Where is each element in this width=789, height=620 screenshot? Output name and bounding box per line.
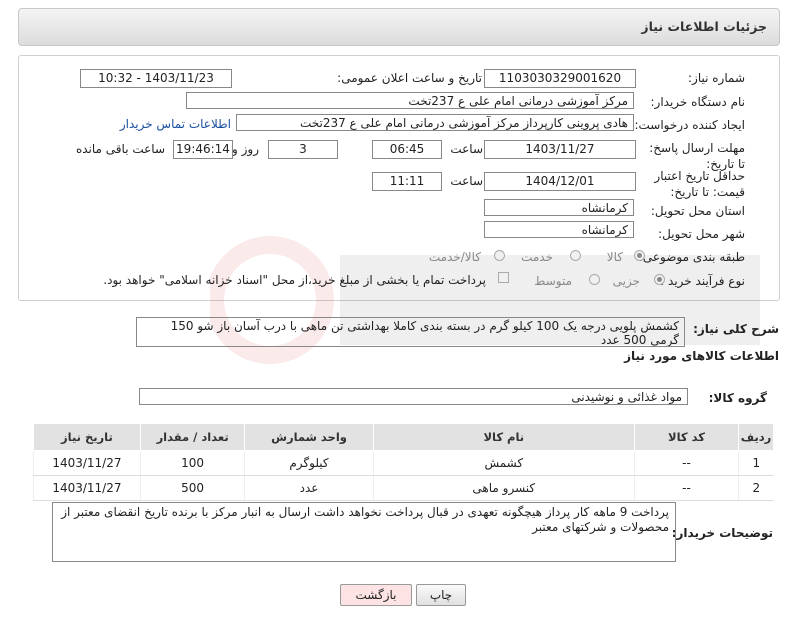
row-qty: 500 bbox=[139, 475, 245, 501]
announce-field: 1403/11/23 - 10:32 bbox=[80, 69, 232, 88]
category-option-goods: کالا bbox=[606, 250, 623, 264]
days-field: 3 bbox=[268, 140, 338, 159]
table-row: 2 -- کنسرو ماهی عدد 500 1403/11/27 bbox=[33, 475, 774, 501]
table-row: 1 -- کشمش کیلوگرم 100 1403/11/27 bbox=[33, 450, 774, 476]
goods-group-field: مواد غذائی و نوشیدنی bbox=[139, 388, 688, 405]
col-date: تاریخ نیاز bbox=[33, 423, 141, 451]
row-date: 1403/11/27 bbox=[33, 450, 141, 476]
goods-table: ردیف کد کالا نام کالا واحد شمارش تعداد /… bbox=[33, 423, 774, 501]
category-option-goods-service: کالا/خدمت bbox=[428, 250, 481, 264]
goods-group-label: گروه کالا: bbox=[708, 391, 767, 405]
category-radio-service[interactable] bbox=[570, 250, 581, 261]
row-name: کنسرو ماهی bbox=[372, 475, 635, 501]
col-row: ردیف bbox=[738, 423, 774, 451]
back-button[interactable]: بازگشت bbox=[340, 584, 412, 606]
row-unit: عدد bbox=[244, 475, 374, 501]
province-field: کرمانشاه bbox=[484, 199, 634, 216]
category-option-service: خدمت bbox=[521, 250, 553, 264]
remaining-label: ساعت باقی مانده bbox=[75, 142, 165, 156]
validity-label: حداقل تاریخ اعتبار قیمت: تا تاریخ: bbox=[654, 169, 745, 199]
buyer-org-label: نام دستگاه خریدار: bbox=[650, 95, 746, 109]
deadline-date-field: 1403/11/27 bbox=[484, 140, 636, 159]
col-name: نام کالا bbox=[372, 423, 635, 451]
row-code: -- bbox=[633, 475, 739, 501]
contact-info-link[interactable]: اطلاعات تماس خریدار bbox=[120, 117, 231, 131]
row-code: -- bbox=[633, 450, 739, 476]
days-label: روز و bbox=[232, 142, 259, 156]
goods-table-header: ردیف کد کالا نام کالا واحد شمارش تعداد /… bbox=[33, 423, 774, 451]
page-title: جزئیات اطلاعات نیاز bbox=[641, 19, 767, 34]
row-unit: کیلوگرم bbox=[244, 450, 374, 476]
process-label: نوع فرآیند خرید : bbox=[660, 274, 745, 288]
need-number-label: شماره نیاز: bbox=[688, 71, 745, 85]
page-header: جزئیات اطلاعات نیاز bbox=[18, 8, 780, 46]
category-label: طبقه بندی موضوعی: bbox=[638, 250, 745, 264]
process-radio-minor[interactable] bbox=[654, 274, 665, 285]
validity-date-field: 1404/12/01 bbox=[484, 172, 636, 191]
print-button[interactable]: چاپ bbox=[416, 584, 466, 606]
row-qty: 100 bbox=[139, 450, 245, 476]
deadline-time-field: 06:45 bbox=[372, 140, 442, 159]
category-radio-goods-service[interactable] bbox=[494, 250, 505, 261]
announce-label: تاریخ و ساعت اعلان عمومی: bbox=[337, 71, 482, 85]
buyer-notes-textarea[interactable]: پرداخت 9 ماهه کار پرداز هیچگونه تعهدی در… bbox=[52, 502, 676, 562]
creator-field: هادی پروینی کارپرداز مرکز آموزشی درمانی … bbox=[236, 114, 634, 131]
col-code: کد کالا bbox=[633, 423, 740, 451]
row-number: 2 bbox=[738, 475, 774, 501]
row-number: 1 bbox=[738, 450, 774, 476]
goods-section-title: اطلاعات کالاهای مورد نیاز bbox=[624, 349, 779, 363]
col-qty: تعداد / مقدار bbox=[139, 423, 246, 451]
summary-label: شرح کلی نیاز: bbox=[693, 322, 779, 336]
process-radio-medium[interactable] bbox=[589, 274, 600, 285]
treasury-payment-checkbox[interactable] bbox=[498, 272, 509, 283]
buyer-org-field: مرکز آموزشی درمانی امام علی ع 237تخت bbox=[186, 92, 634, 109]
need-number-field: 1103030329001620 bbox=[484, 69, 636, 88]
validity-time-field: 11:11 bbox=[372, 172, 442, 191]
remaining-time-field: 19:46:14 bbox=[173, 140, 233, 159]
col-unit: واحد شمارش bbox=[244, 423, 374, 451]
province-label: استان محل تحویل: bbox=[650, 204, 745, 218]
category-radio-goods[interactable] bbox=[634, 250, 645, 261]
deadline-time-label: ساعت bbox=[450, 142, 483, 156]
creator-label: ایجاد کننده درخواست: bbox=[634, 118, 745, 132]
city-field: کرمانشاه bbox=[484, 221, 634, 238]
process-option-medium: متوسط bbox=[534, 274, 572, 288]
process-option-minor: جزیی bbox=[612, 274, 640, 288]
buyer-notes-label: توضیحات خریدار: bbox=[671, 526, 773, 540]
row-date: 1403/11/27 bbox=[33, 475, 141, 501]
city-label: شهر محل تحویل: bbox=[658, 227, 745, 241]
treasury-payment-note: پرداخت تمام یا بخشی از مبلغ خرید،از محل … bbox=[103, 273, 486, 287]
validity-time-label: ساعت bbox=[450, 174, 483, 188]
row-name: کشمش bbox=[372, 450, 635, 476]
summary-textarea[interactable]: کشمش پلویی درجه یک 100 کیلو گرم در بسته … bbox=[136, 317, 685, 347]
